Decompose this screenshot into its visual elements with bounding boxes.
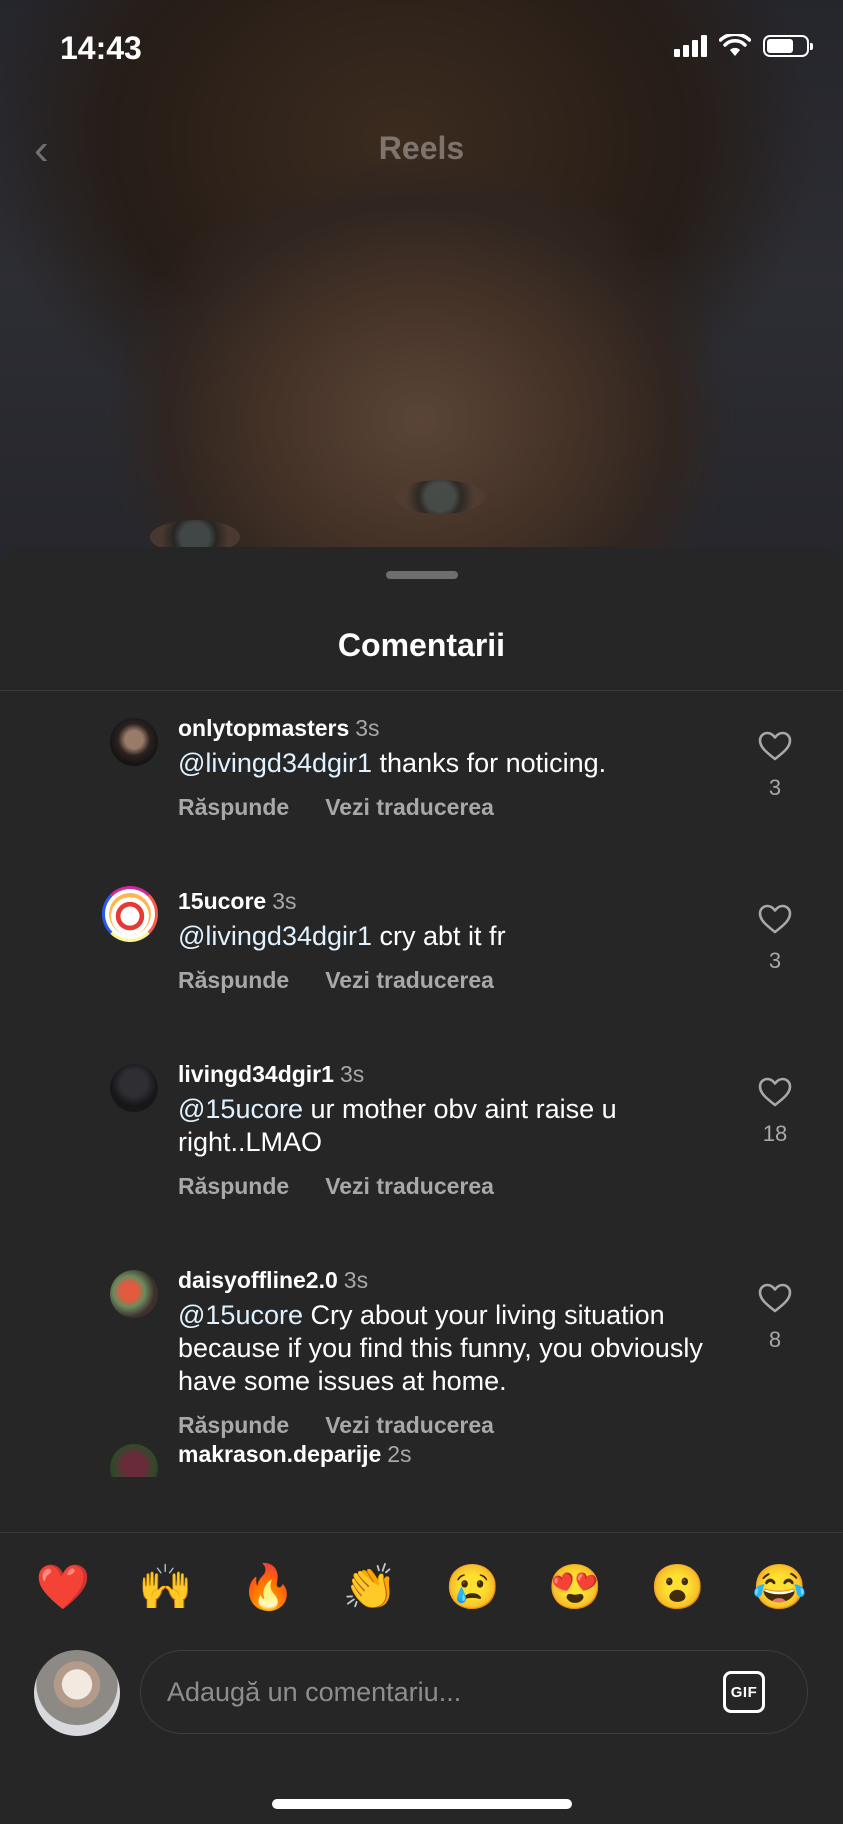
see-translation-button[interactable]: Vezi traducerea xyxy=(325,794,494,821)
comments-sheet: Comentarii onlytopmasters 3s @livingd34dg… xyxy=(0,547,843,1824)
comment-time: 3s xyxy=(339,1061,365,1087)
comment-username[interactable]: onlytopmasters xyxy=(178,715,349,741)
see-translation-button[interactable]: Vezi traducerea xyxy=(325,967,494,994)
see-translation-button[interactable]: Vezi traducerea xyxy=(325,1173,494,1200)
comment-text: @livingd34dgir1 cry abt it fr xyxy=(178,920,718,953)
reply-button[interactable]: Răspunde xyxy=(178,794,289,821)
comment-text: @livingd34dgir1 thanks for noticing. xyxy=(178,747,718,780)
comment-body: 15ucore 3s @livingd34dgir1 cry abt it fr … xyxy=(178,886,718,994)
emoji-laughing-button[interactable]: 😂 xyxy=(752,1566,807,1610)
comment-time: 2s xyxy=(387,1441,412,1467)
comment-mention[interactable]: @15ucore xyxy=(178,1094,303,1124)
battery-icon xyxy=(763,35,813,57)
emoji-raised-hands-button[interactable]: 🙌 xyxy=(138,1566,193,1610)
current-user-avatar xyxy=(34,1650,120,1736)
comment-like: 18 xyxy=(745,1077,805,1147)
status-icons xyxy=(674,34,813,58)
status-time: 14:43 xyxy=(60,30,142,66)
heart-icon[interactable] xyxy=(758,1283,792,1313)
emoji-fire-button[interactable]: 🔥 xyxy=(241,1566,296,1610)
divider xyxy=(0,1532,843,1533)
cellular-signal-icon xyxy=(674,35,707,57)
comment-time: 3s xyxy=(343,1267,369,1293)
emoji-heart-eyes-button[interactable]: 😍 xyxy=(548,1566,603,1610)
comment-username[interactable]: daisyoffline2.0 xyxy=(178,1267,338,1293)
avatar[interactable] xyxy=(102,886,158,942)
heart-icon[interactable] xyxy=(758,731,792,761)
comment-message: thanks for noticing. xyxy=(372,748,607,778)
comment-time: 3s xyxy=(355,715,380,741)
like-count: 3 xyxy=(768,775,782,800)
comment-mention[interactable]: @livingd34dgir1 xyxy=(178,748,372,778)
reply-button[interactable]: Răspunde xyxy=(178,1412,289,1439)
comment-mention[interactable]: @15ucore xyxy=(178,1300,303,1330)
comments-list[interactable]: onlytopmasters 3s @livingd34dgir1 thanks … xyxy=(0,691,843,1477)
comment-mention[interactable]: @livingd34dgir1 xyxy=(178,921,372,951)
see-translation-button[interactable]: Vezi traducerea xyxy=(325,1412,494,1439)
sheet-drag-handle[interactable] xyxy=(386,571,458,579)
status-bar: 14:43 xyxy=(0,0,843,100)
home-indicator[interactable] xyxy=(272,1799,572,1809)
comment-text: @15ucore ur mother obv aint raise u righ… xyxy=(178,1093,718,1159)
comment-body: daisyoffline2.0 3s @15ucore Cry about you… xyxy=(178,1265,718,1439)
gif-button[interactable]: GIF xyxy=(723,1671,765,1713)
reply-button[interactable]: Răspunde xyxy=(178,967,289,994)
like-count: 8 xyxy=(768,1327,782,1352)
comment-composer: GIF xyxy=(0,1648,843,1740)
comment-body: livingd34dgir1 3s @15ucore ur mother obv … xyxy=(178,1059,718,1200)
emoji-crying-button[interactable]: 😢 xyxy=(445,1566,500,1610)
wifi-icon xyxy=(719,34,751,56)
comment-message: cry abt it fr xyxy=(372,921,506,951)
heart-icon[interactable] xyxy=(758,904,792,934)
emoji-clap-button[interactable]: 👏 xyxy=(343,1566,398,1610)
comment-like: 3 xyxy=(745,904,805,974)
comment-username[interactable]: livingd34dgir1 xyxy=(178,1061,334,1087)
avatar[interactable] xyxy=(110,718,158,766)
comment-input-container[interactable]: GIF xyxy=(140,1650,808,1734)
comment-time: 3s xyxy=(272,888,297,914)
avatar[interactable] xyxy=(110,1270,158,1318)
comment-username[interactable]: makrason.deparije xyxy=(178,1441,381,1467)
like-count: 18 xyxy=(762,1121,788,1146)
comment-body: onlytopmasters 3s @livingd34dgir1 thanks … xyxy=(178,713,718,821)
emoji-surprised-button[interactable]: 😮 xyxy=(650,1566,705,1610)
comment-username[interactable]: 15ucore xyxy=(178,888,266,914)
heart-icon[interactable] xyxy=(758,1077,792,1107)
sheet-title: Comentarii xyxy=(337,627,506,663)
emoji-heart-button[interactable]: ❤️ xyxy=(36,1566,91,1610)
reels-header: ‹ Reels xyxy=(0,120,843,180)
comment-input[interactable] xyxy=(165,1651,709,1733)
avatar[interactable] xyxy=(110,1444,158,1477)
comment-body: makrason.deparije 2s xyxy=(178,1439,718,1469)
reels-title: Reels xyxy=(378,130,465,166)
emoji-quick-reactions: ❤️ 🙌 🔥 👏 😢 😍 😮 😂 xyxy=(0,1556,843,1620)
reply-button[interactable]: Răspunde xyxy=(178,1173,289,1200)
comment-text: @15ucore Cry about your living situation… xyxy=(178,1299,718,1398)
avatar[interactable] xyxy=(110,1064,158,1112)
comment-like: 8 xyxy=(745,1283,805,1353)
comment-like: 3 xyxy=(745,731,805,801)
like-count: 3 xyxy=(768,948,782,973)
